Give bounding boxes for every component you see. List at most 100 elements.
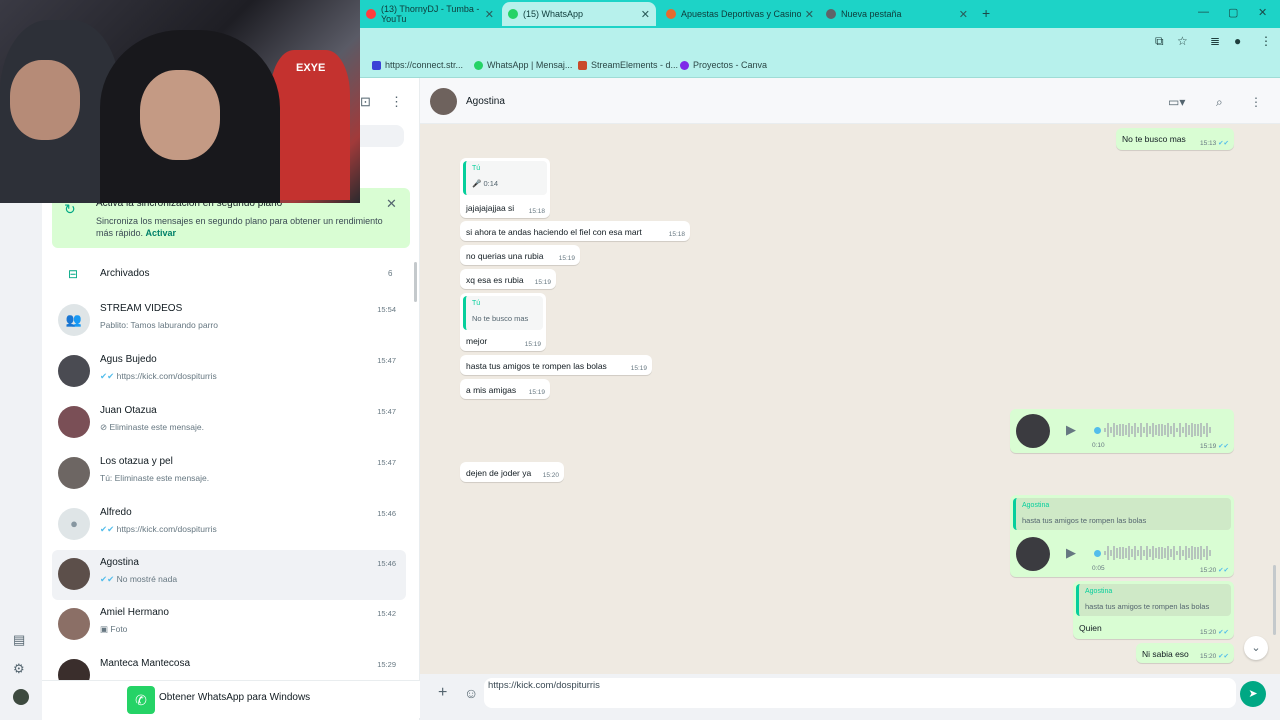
chat-name: Agus Bujedo (100, 354, 157, 365)
contact-avatar[interactable] (430, 88, 457, 115)
scrollbar[interactable] (414, 262, 417, 302)
close-tab-icon[interactable]: ✕ (805, 8, 814, 21)
tab-apuestas[interactable]: Apuestas Deportivas y Casino C ✕ (660, 2, 820, 26)
voice-waveform[interactable] (1094, 422, 1212, 438)
quoted-voice[interactable]: Tú 🎤 0:14 (463, 161, 547, 195)
search-input[interactable] (360, 125, 404, 147)
read-receipt-icon: ✔✔ (1218, 140, 1229, 147)
new-tab-button[interactable]: + (982, 5, 990, 21)
waveform-bar (1113, 545, 1115, 561)
chat-preview: ⊘ Eliminaste este mensaje. (100, 422, 204, 432)
chat-item[interactable]: 👥 STREAM VIDEOS Pablito: Tamos laburando… (52, 296, 406, 346)
bookmark-1[interactable]: https://connect.str... (372, 60, 463, 70)
get-whatsapp-link[interactable]: Obtener WhatsApp para Windows (159, 692, 310, 703)
waveform-bar (1143, 550, 1145, 556)
media-icon[interactable]: ▤ (13, 632, 25, 648)
emoji-icon[interactable]: ☺ (464, 685, 478, 701)
activate-link[interactable]: Activar (146, 228, 177, 238)
bookmark-3[interactable]: StreamElements - d... (578, 60, 678, 70)
waveform-bar (1116, 425, 1118, 435)
new-chat-icon[interactable]: ⊡ (360, 94, 371, 110)
chat-item[interactable]: Los otazua y pel Tú: Eliminaste este men… (52, 449, 406, 499)
waveform-bar (1122, 547, 1124, 559)
photo-icon: ▣ (100, 624, 111, 634)
chat-item[interactable]: Amiel Hermano ▣ Foto 15:42 (52, 600, 406, 650)
avatar (58, 457, 90, 489)
waveform-bar (1176, 427, 1178, 433)
tab-youtube[interactable]: (13) ThornyDJ - Tumba - YouTu ✕ (360, 2, 500, 26)
settings-icon[interactable]: ⚙ (13, 661, 25, 677)
read-receipt-icon: ✔✔ (1218, 629, 1229, 636)
tab-whatsapp[interactable]: (15) WhatsApp ✕ (502, 2, 656, 26)
contact-name[interactable]: Agostina (466, 96, 505, 107)
menu-icon[interactable]: ⋮ (1250, 95, 1262, 109)
search-icon[interactable]: ⌕ (1216, 95, 1223, 110)
scroll-down-button[interactable]: ⌄ (1244, 636, 1268, 660)
default-avatar: ● (58, 508, 90, 540)
waveform-bar (1188, 548, 1190, 558)
chat-preview: ✔✔ https://kick.com/dospiturris (100, 524, 217, 534)
play-icon[interactable]: ▶ (1066, 545, 1076, 561)
waveform-bar (1176, 550, 1178, 556)
avatar (58, 558, 90, 590)
read-receipt-icon: ✔✔ (100, 574, 117, 584)
close-tab-icon[interactable]: ✕ (485, 8, 494, 21)
quoted-message[interactable]: Agostina hasta tus amigos te rompen las … (1013, 498, 1231, 530)
quoted-message[interactable]: Tú No te busco mas (463, 296, 543, 330)
close-tab-icon[interactable]: ✕ (959, 8, 968, 21)
bookmark-2[interactable]: WhatsApp | Mensaj... (474, 60, 572, 70)
message-incoming: si ahora te andas haciendo el fiel con e… (460, 221, 690, 241)
read-receipt-icon: ✔✔ (100, 524, 117, 534)
video-call-icon[interactable]: ▭▾ (1168, 95, 1185, 109)
chat-item[interactable]: ● Alfredo ✔✔ https://kick.com/dospiturri… (52, 500, 406, 550)
chat-name: Los otazua y pel (100, 456, 173, 467)
waveform-bar (1110, 549, 1112, 557)
group-avatar: 👥 (58, 304, 90, 336)
bookmark-star-icon[interactable]: ☆ (1177, 34, 1188, 48)
waveform-bar (1209, 426, 1211, 434)
whatsapp-icon (474, 60, 483, 70)
waveform-bar (1167, 423, 1169, 437)
avatar (58, 406, 90, 438)
webcam-overlay: EXYE (0, 0, 360, 203)
send-icon[interactable]: ➤ (1240, 681, 1266, 707)
chat-time: 15:54 (377, 305, 396, 314)
chat-name: Alfredo (100, 507, 132, 518)
profile-avatar-icon[interactable]: ● (1234, 34, 1241, 48)
chair-logo: EXYE (296, 62, 326, 74)
archived-label: Archivados (100, 268, 150, 279)
playhead-dot[interactable] (1094, 426, 1101, 434)
media-control-icon[interactable]: ≣ (1210, 34, 1220, 48)
maximize-button[interactable]: ▢ (1228, 6, 1238, 19)
sidebar-menu-icon[interactable]: ⋮ (390, 94, 403, 110)
message-incoming: dejen de joder ya 15:20 (460, 462, 564, 482)
whatsapp-icon (508, 9, 518, 19)
voice-waveform[interactable] (1094, 545, 1212, 561)
browser-menu-icon[interactable]: ⋮ (1260, 34, 1272, 48)
plus-icon[interactable]: + (438, 684, 447, 702)
chat-item[interactable]: Manteca Mantecosa 15:29 (52, 651, 406, 680)
waveform-bar (1185, 545, 1187, 561)
chat-item[interactable]: Juan Otazua ⊘ Eliminaste este mensaje. 1… (52, 398, 406, 448)
close-window-button[interactable]: ✕ (1258, 6, 1267, 19)
playhead-dot[interactable] (1094, 549, 1101, 557)
waveform-bar (1167, 546, 1169, 560)
waveform-bar (1203, 548, 1205, 558)
quoted-message[interactable]: Agostina hasta tus amigos te rompen las … (1076, 584, 1231, 616)
minimize-button[interactable]: — (1198, 6, 1209, 18)
chat-item-selected[interactable]: Agostina ✔✔ No mostré nada 15:46 (52, 550, 406, 600)
chrome-icon (826, 9, 836, 19)
waveform-bar (1197, 547, 1199, 559)
scrollbar[interactable] (1273, 565, 1276, 635)
chat-item[interactable]: Agus Bujedo ✔✔ https://kick.com/dospitur… (52, 347, 406, 397)
waveform-bar (1161, 423, 1163, 437)
bookmark-4[interactable]: Proyectos - Canva (680, 60, 767, 70)
profile-avatar[interactable] (13, 689, 29, 705)
play-icon[interactable]: ▶ (1066, 422, 1076, 438)
close-tab-icon[interactable]: ✕ (641, 8, 650, 21)
waveform-bar (1110, 426, 1112, 434)
waveform-bar (1128, 423, 1130, 437)
tab-new[interactable]: Nueva pestaña ✕ (820, 2, 974, 26)
close-icon[interactable]: ✕ (386, 196, 397, 212)
install-app-icon[interactable]: ⧉ (1155, 34, 1164, 49)
